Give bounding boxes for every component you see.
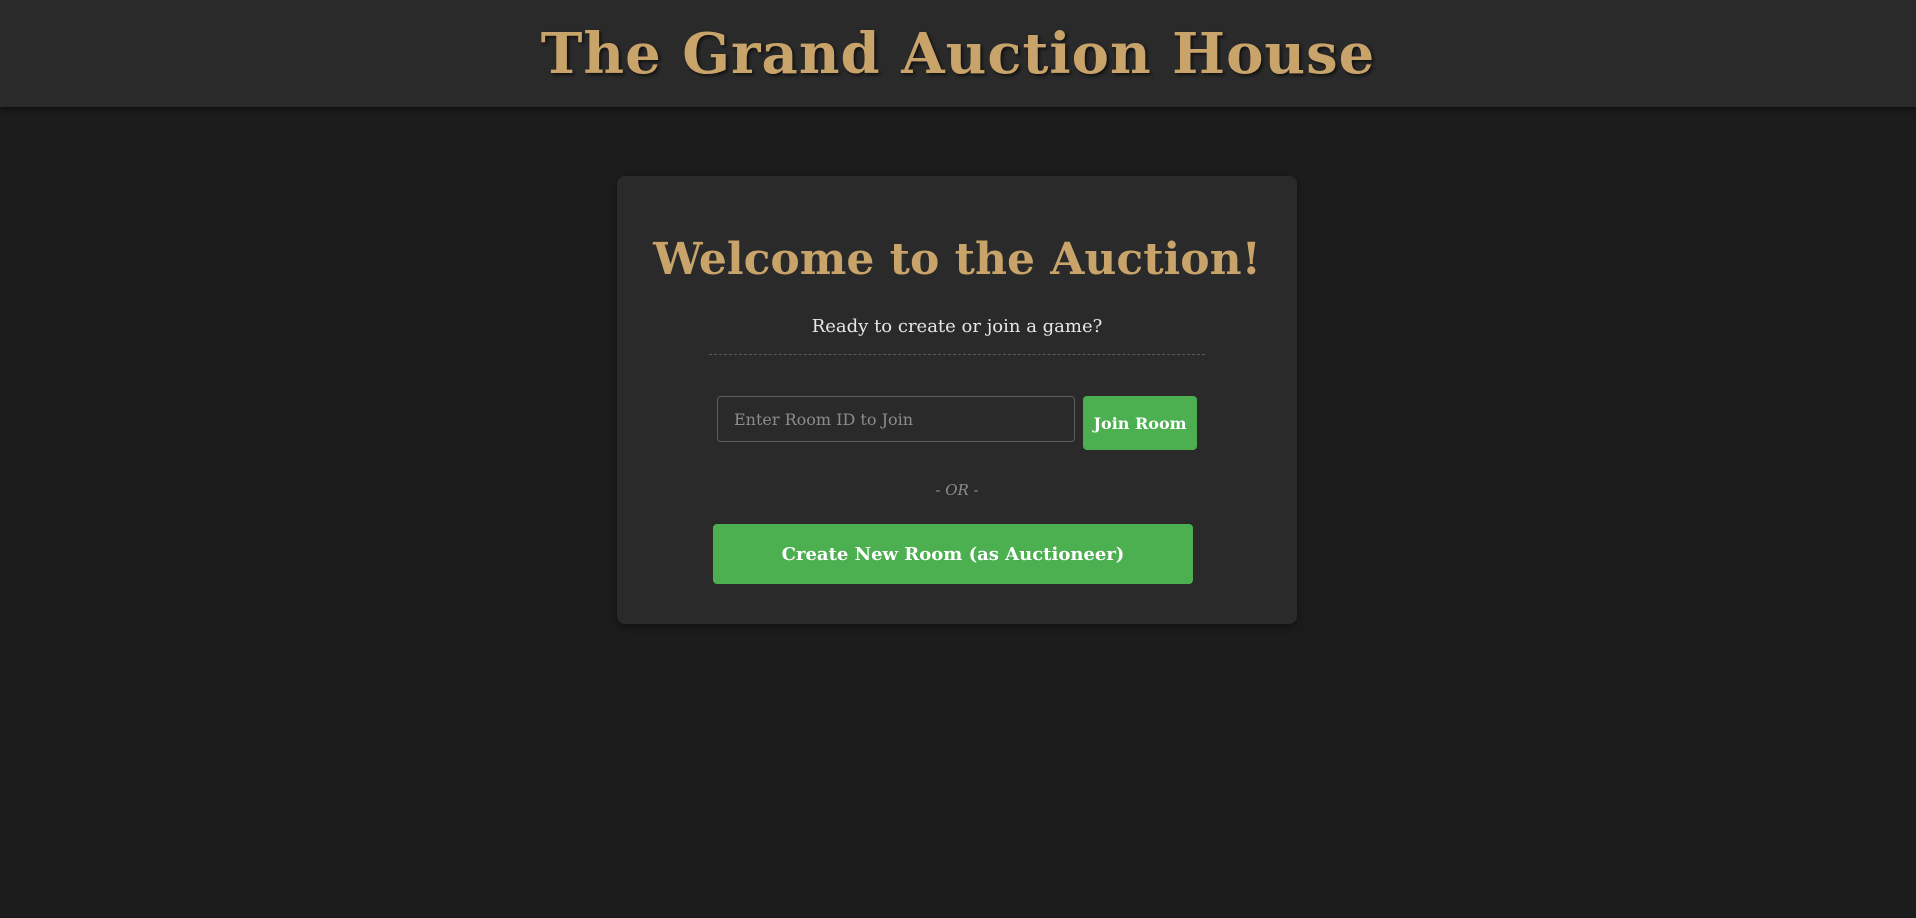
room-id-input[interactable]: [717, 396, 1075, 442]
app-title: The Grand Auction House: [540, 20, 1376, 87]
welcome-subtitle: Ready to create or join a game?: [811, 316, 1103, 337]
app-header: The Grand Auction House: [0, 0, 1916, 107]
divider: [709, 354, 1205, 355]
or-separator: - OR -: [935, 481, 979, 499]
join-room-button[interactable]: Join Room: [1083, 396, 1197, 450]
welcome-card: Welcome to the Auction! Ready to create …: [617, 176, 1297, 624]
welcome-title: Welcome to the Auction!: [653, 234, 1261, 285]
create-room-button[interactable]: Create New Room (as Auctioneer): [713, 524, 1193, 584]
